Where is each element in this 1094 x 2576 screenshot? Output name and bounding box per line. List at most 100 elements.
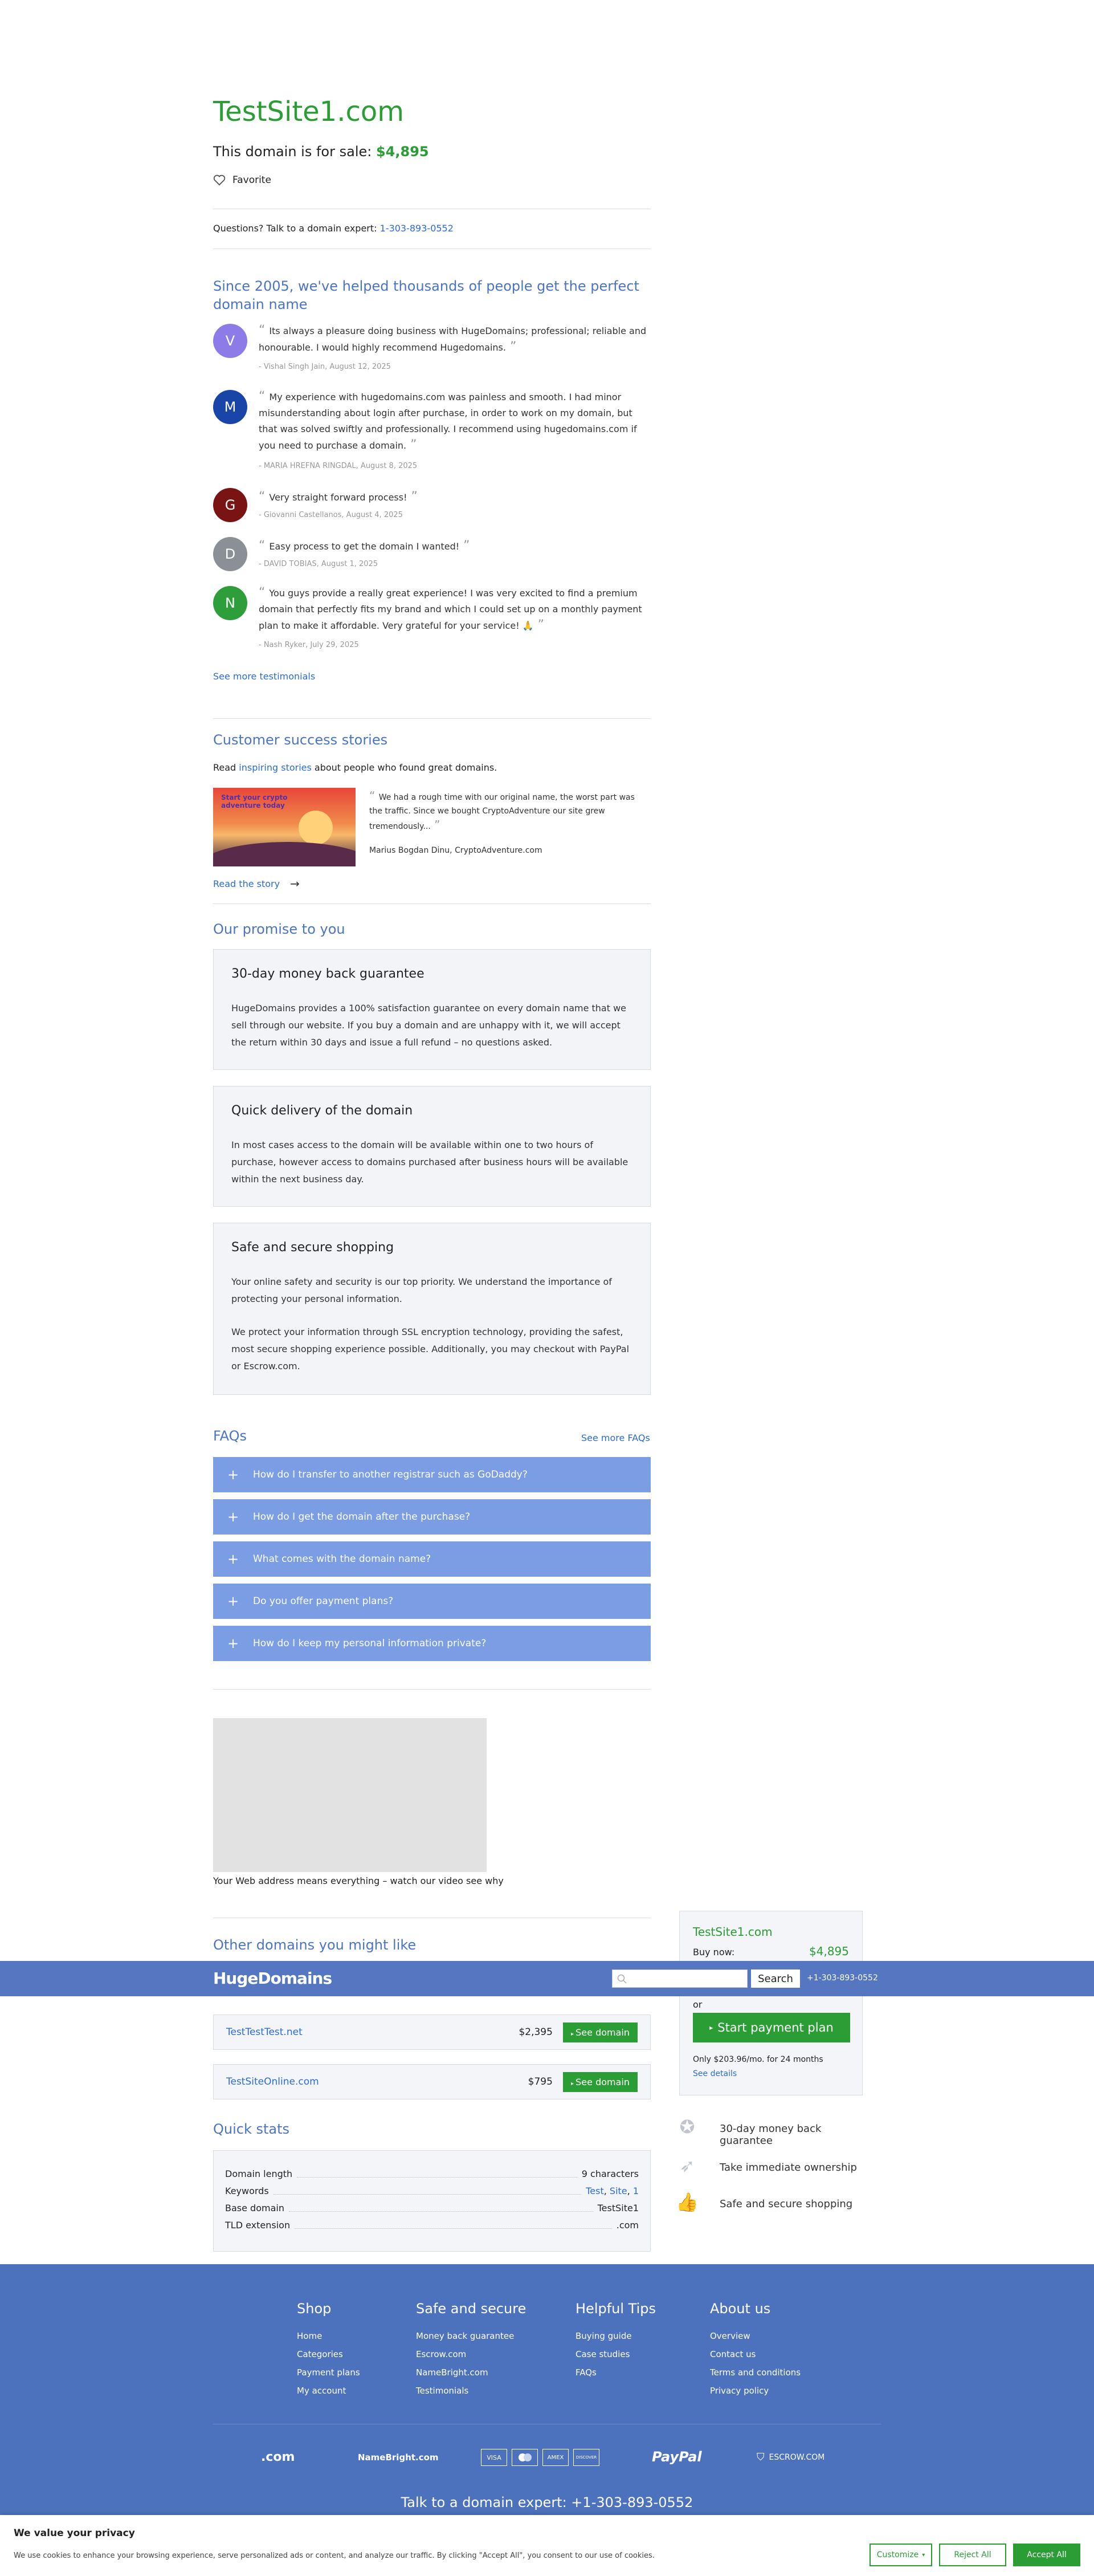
testimonial-item: N “ You guys provide a really great expe… [213, 585, 651, 654]
keyword-link[interactable]: 1 [633, 2186, 639, 2196]
domain-link[interactable]: TestTestTest.net [226, 2026, 519, 2038]
see-domain-label: See domain [575, 2026, 630, 2038]
faq-item[interactable]: + How do I get the domain after the purch… [213, 1499, 651, 1535]
benefit-item: 👍 Safe and secure shopping [675, 2191, 858, 2220]
close-quote-icon: ” [406, 438, 417, 452]
testimonial-text: “ Easy process to get the domain I wante… [259, 538, 651, 555]
footer-link[interactable]: Payment plans [297, 2363, 360, 2382]
accept-all-button[interactable]: Accept All [1013, 2544, 1080, 2566]
stat-row: Domain length 9 characters [225, 2168, 639, 2179]
faq-item[interactable]: + Do you offer payment plans? [213, 1584, 651, 1619]
header-logo[interactable]: HugeDomains [213, 1969, 332, 1988]
start-payment-plan-button[interactable]: ▸ Start payment plan [693, 2013, 850, 2042]
footer-link[interactable]: Terms and conditions [710, 2363, 801, 2382]
footer-link[interactable]: Contact us [710, 2345, 801, 2363]
faq-question: How do I transfer to another registrar s… [253, 1469, 528, 1480]
footer-link[interactable]: Overview [710, 2327, 801, 2345]
see-more-faqs-link[interactable]: See more FAQs [581, 1433, 650, 1443]
sun-shape [299, 811, 333, 845]
testimonial-text: “ My experience with hugedomains.com was… [259, 389, 651, 454]
sale-prefix: This domain is for sale: [213, 144, 376, 160]
footer-expert[interactable]: Talk to a domain expert: +1-303-893-0552 [0, 2494, 1094, 2510]
plus-icon: + [227, 1635, 239, 1651]
questions-line: Questions? Talk to a domain expert: 1-30… [213, 223, 454, 234]
rocket-icon: ➶ [679, 2155, 695, 2176]
testimonial-item: D “ Easy process to get the domain I wan… [213, 537, 651, 575]
success-story-image[interactable]: Start your crypto adventure today [213, 788, 356, 866]
stat-key: Domain length [225, 2168, 293, 2179]
close-quote-icon: ” [505, 340, 517, 354]
purchase-box: TestSite1.com Buy now: $4,895 or ▸ Start … [679, 1911, 863, 2095]
favorite-button[interactable]: Favorite [213, 174, 271, 186]
footer-link[interactable]: Escrow.com [416, 2345, 526, 2363]
promise-card: 30-day money back guarantee HugeDomains … [213, 949, 651, 1070]
keyword-link[interactable]: Site [610, 2186, 627, 2196]
footer-link[interactable]: NameBright.com [416, 2363, 526, 2382]
benefit-item: ➶ Take immediate ownership [675, 2155, 858, 2183]
testimonial-text: “ You guys provide a really great experi… [259, 585, 651, 634]
expert-phone-link[interactable]: 1-303-893-0552 [380, 223, 454, 234]
header-phone[interactable]: +1-303-893-0552 [807, 1973, 878, 1983]
keyword-link[interactable]: Test [586, 2186, 604, 2196]
success-quote-text: We had a rough time with our original na… [369, 793, 635, 831]
chevron-down-icon: ▾ [922, 2551, 925, 2558]
footer-link[interactable]: Privacy policy [710, 2382, 801, 2400]
footer-link[interactable]: Case studies [575, 2345, 656, 2363]
reject-all-button[interactable]: Reject All [939, 2544, 1006, 2566]
header-search-button[interactable]: Search [751, 1969, 800, 1988]
testimonial-item: M “ My experience with hugedomains.com w… [213, 389, 651, 475]
footer-col-title: Shop [297, 2301, 332, 2317]
see-more-testimonials-link[interactable]: See more testimonials [213, 671, 315, 682]
cookie-banner: We value your privacy We use cookies to … [0, 2515, 1094, 2576]
escrow-logo: ⛉ ESCROW.COM [757, 2451, 824, 2463]
promise-title: Quick delivery of the domain [231, 1104, 413, 1118]
stat-key: Base domain [225, 2203, 284, 2213]
header-search-input[interactable] [612, 1969, 748, 1988]
customize-button[interactable]: Customize ▾ [870, 2544, 932, 2566]
video-player[interactable] [213, 1718, 487, 1872]
dots [297, 2171, 577, 2178]
plus-icon: + [227, 1551, 239, 1567]
stat-row: TLD extension .com [225, 2220, 639, 2231]
footer-link[interactable]: FAQs [575, 2363, 656, 2382]
stat-value: .com [616, 2220, 639, 2231]
see-domain-button[interactable]: ▸ See domain [562, 2072, 638, 2092]
promise-text: In most cases access to the domain will … [231, 1140, 628, 1185]
stat-value: 9 characters [581, 2168, 639, 2179]
faq-heading: FAQs [213, 1428, 247, 1444]
see-details-link[interactable]: See details [693, 2069, 737, 2078]
divider [213, 1689, 651, 1690]
other-domains-heading: Other domains you might like [213, 1937, 417, 1953]
stat-value: TestSite1 [597, 2203, 639, 2213]
plus-icon: + [227, 1509, 239, 1525]
footer-link[interactable]: My account [297, 2382, 360, 2400]
inspiring-stories-link[interactable]: inspiring stories [239, 762, 312, 773]
faq-question: Do you offer payment plans? [253, 1596, 394, 1607]
see-domain-label: See domain [575, 2076, 630, 2087]
promise-card: Quick delivery of the domain In most cas… [213, 1086, 651, 1207]
divider [213, 718, 651, 719]
footer-link[interactable]: Buying guide [575, 2327, 656, 2345]
stat-row: Keywords Test, Site, 1 [225, 2186, 639, 2196]
read-story-link[interactable]: Read the story → [213, 877, 300, 890]
stat-key: Keywords [225, 2186, 269, 2196]
badge-icon: ✪ [679, 2116, 695, 2138]
domain-price: $795 [528, 2076, 553, 2087]
domain-link[interactable]: TestSiteOnline.com [226, 2076, 528, 2087]
faq-item[interactable]: + What comes with the domain name? [213, 1541, 651, 1577]
see-domain-button[interactable]: ▸ See domain [562, 2022, 638, 2042]
header-bar: HugeDomains Search +1-303-893-0552 [0, 1961, 1094, 1996]
footer-link[interactable]: Home [297, 2327, 360, 2345]
footer-link[interactable]: Money back guarantee [416, 2327, 526, 2345]
open-quote-icon: “ [369, 789, 379, 803]
success-read: Read [213, 762, 239, 773]
namebright-logo: NameBright.com [358, 2452, 439, 2463]
footer-link[interactable]: Testimonials [416, 2382, 526, 2400]
faq-item[interactable]: + How do I transfer to another registrar … [213, 1457, 651, 1492]
avatar: D [213, 537, 247, 571]
footer-link[interactable]: Categories [297, 2345, 360, 2363]
testimonial-meta: - MARIA HREFNA RINGDAL, August 8, 2025 [259, 462, 418, 470]
faq-item[interactable]: + How do I keep my personal information p… [213, 1626, 651, 1661]
search-icon [617, 1974, 627, 1984]
cookie-title: We value your privacy [14, 2528, 135, 2539]
